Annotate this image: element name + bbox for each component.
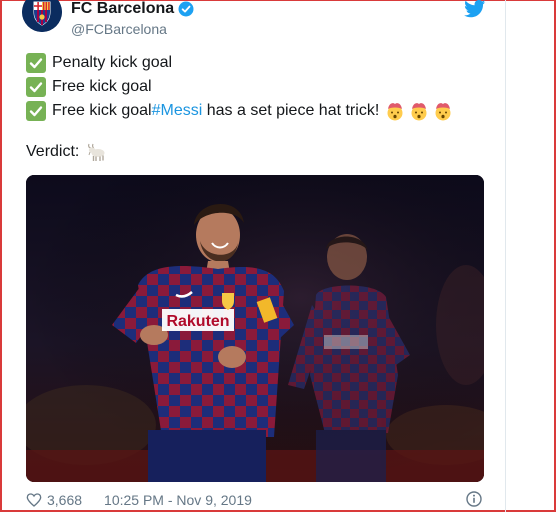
avatar[interactable] <box>22 0 62 32</box>
like-count[interactable]: 3,668 <box>47 492 82 508</box>
tweet-timestamp[interactable]: 10:25 PM - Nov 9, 2019 <box>104 492 252 508</box>
check-mark-icon <box>26 53 46 73</box>
tweet-card: FC Barcelona @FCBarcelona Penalty kick g… <box>0 0 505 512</box>
tweet-footer: 3,668 10:25 PM - Nov 9, 2019 <box>26 490 252 510</box>
tweet-text: Penalty kick goal Free kick goal Free ki… <box>26 51 453 123</box>
hashtag-link[interactable]: #Messi <box>152 99 203 123</box>
tweet-line-2: Free kick goal <box>26 75 453 99</box>
verified-badge-icon <box>178 1 194 17</box>
tweet-line-text: Penalty kick goal <box>52 54 173 71</box>
verdict-label: Verdict: <box>26 143 80 160</box>
display-name[interactable]: FC Barcelona <box>71 0 174 18</box>
jersey-sponsor: Rakuten <box>166 313 229 330</box>
exploding-head-emoji-icon <box>435 103 451 121</box>
column-divider <box>505 0 506 512</box>
verdict-line: Verdict: <box>26 142 107 162</box>
tweet-photo[interactable]: Rakuten <box>26 175 484 482</box>
exploding-head-emoji-icon <box>411 103 427 121</box>
goat-emoji-icon <box>88 143 105 161</box>
heart-icon[interactable] <box>26 492 42 508</box>
user-handle[interactable]: @FCBarcelona <box>71 21 167 37</box>
tweet-line-1: Penalty kick goal <box>26 51 453 75</box>
fc-barcelona-crest-icon <box>22 0 62 32</box>
check-mark-icon <box>26 101 46 121</box>
messi-celebration-photo: Rakuten <box>26 175 484 482</box>
tweet-line-3: Free kick goal #Messi has a set piece ha… <box>26 99 453 123</box>
exploding-head-emoji-icon <box>387 103 403 121</box>
check-mark-icon <box>26 77 46 97</box>
twitter-bird-icon[interactable] <box>464 0 486 18</box>
info-icon[interactable] <box>466 491 482 507</box>
tweet-line-text: Free kick goal <box>52 102 152 119</box>
tweet-line-tail: has a set piece hat trick! <box>202 102 380 119</box>
tweet-line-text: Free kick goal <box>52 78 152 95</box>
